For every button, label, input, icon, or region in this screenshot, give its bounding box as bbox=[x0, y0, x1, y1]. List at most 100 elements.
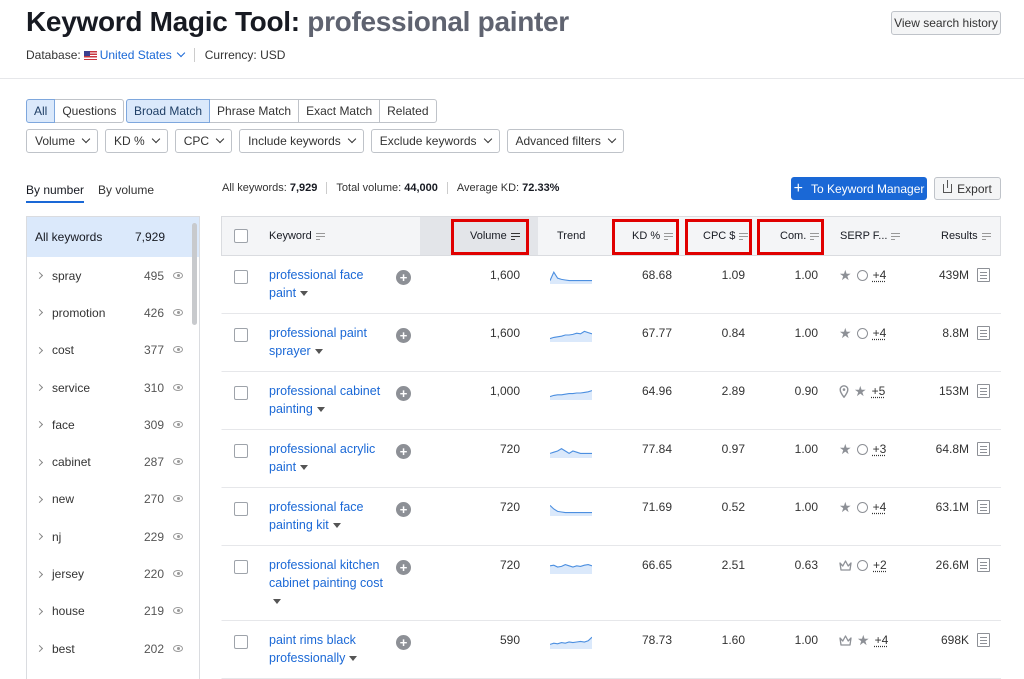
header-results[interactable]: Results bbox=[941, 217, 991, 255]
keyword-link[interactable]: professional kitchen cabinet painting cos… bbox=[269, 556, 394, 610]
sidebar-item-cabinet[interactable]: cabinet 287 bbox=[27, 443, 199, 480]
row-checkbox[interactable] bbox=[234, 560, 248, 574]
serp-more-link[interactable]: +5 bbox=[872, 384, 886, 398]
row-checkbox[interactable] bbox=[234, 386, 248, 400]
sidebar-item-spray[interactable]: spray 495 bbox=[27, 257, 199, 294]
sidebar-item-jersey[interactable]: jersey 220 bbox=[27, 555, 199, 592]
sidebar-item-new[interactable]: new 270 bbox=[27, 481, 199, 518]
eye-icon[interactable] bbox=[173, 383, 183, 391]
eye-icon[interactable] bbox=[173, 495, 183, 503]
keyword-dropdown-icon[interactable] bbox=[316, 407, 325, 413]
filter-advanced[interactable]: Advanced filters bbox=[506, 129, 624, 153]
eye-icon[interactable] bbox=[173, 532, 183, 540]
to-keyword-manager-button[interactable]: + To Keyword Manager bbox=[791, 177, 927, 200]
sidebar-item-best[interactable]: best 202 bbox=[27, 630, 199, 667]
table-body: professional face paint +1,600 68.68 1.09 1.0… bbox=[221, 256, 1001, 679]
tab-all[interactable]: All bbox=[26, 99, 56, 123]
database-selector[interactable]: United States bbox=[100, 48, 185, 62]
filter-kd[interactable]: KD % bbox=[105, 129, 168, 153]
select-all-cell bbox=[234, 217, 248, 255]
serp-more-link[interactable]: +4 bbox=[875, 633, 889, 647]
serp-document-icon[interactable] bbox=[977, 633, 990, 647]
results-value: 63.1M bbox=[935, 500, 969, 514]
eye-icon[interactable] bbox=[173, 271, 183, 279]
serp-more-link[interactable]: +3 bbox=[873, 442, 887, 456]
serp-document-icon[interactable] bbox=[977, 442, 990, 456]
filter-volume[interactable]: Volume bbox=[26, 129, 99, 153]
tab-by-number[interactable]: By number bbox=[26, 183, 85, 203]
sidebar-item-service[interactable]: service 310 bbox=[27, 369, 199, 406]
serp-more-link[interactable]: +2 bbox=[873, 558, 887, 572]
filter-include-keywords[interactable]: Include keywords bbox=[239, 129, 364, 153]
add-to-list-button[interactable]: + bbox=[396, 386, 411, 401]
sidebar-item-promotion[interactable]: promotion 426 bbox=[27, 294, 199, 331]
keyword-link[interactable]: paint rims black professionally bbox=[269, 631, 394, 667]
row-checkbox[interactable] bbox=[234, 444, 248, 458]
add-to-list-button[interactable]: + bbox=[396, 635, 411, 650]
serp-more-link[interactable]: +4 bbox=[873, 500, 887, 514]
tab-broad-match[interactable]: Broad Match bbox=[126, 99, 211, 123]
sidebar-item-label: All keywords bbox=[35, 230, 103, 244]
keyword-line-1: professional face bbox=[269, 500, 364, 514]
add-to-list-button[interactable]: + bbox=[396, 560, 411, 575]
tab-questions[interactable]: Questions bbox=[54, 99, 125, 123]
serp-document-icon[interactable] bbox=[977, 268, 990, 282]
keyword-link[interactable]: professional paint sprayer bbox=[269, 324, 394, 360]
row-checkbox[interactable] bbox=[234, 502, 248, 516]
row-checkbox[interactable] bbox=[234, 270, 248, 284]
keyword-link[interactable]: professional face painting kit bbox=[269, 498, 394, 534]
keyword-groups-sidebar: All keywords 7,929 spray 495 promotion 426 c… bbox=[26, 216, 200, 679]
tab-phrase-match[interactable]: Phrase Match bbox=[209, 99, 300, 123]
serp-document-icon[interactable] bbox=[977, 558, 990, 572]
add-to-list-button[interactable]: + bbox=[396, 270, 411, 285]
serp-document-icon[interactable] bbox=[977, 384, 990, 398]
tab-by-volume[interactable]: By volume bbox=[98, 183, 154, 203]
eye-icon[interactable] bbox=[173, 458, 183, 466]
add-to-list-button[interactable]: + bbox=[396, 502, 411, 517]
pin-icon bbox=[839, 384, 849, 398]
sidebar-scrollbar[interactable] bbox=[192, 223, 197, 325]
header-label: Results bbox=[941, 230, 978, 242]
sidebar-item-nj[interactable]: nj 229 bbox=[27, 518, 199, 555]
sidebar-item-label: house bbox=[52, 604, 85, 619]
keyword-dropdown-icon[interactable] bbox=[300, 465, 309, 471]
sidebar-item-all-keywords[interactable]: All keywords 7,929 bbox=[27, 217, 199, 257]
eye-icon[interactable] bbox=[173, 420, 183, 428]
sidebar-item-house[interactable]: house 219 bbox=[27, 593, 199, 630]
select-all-checkbox[interactable] bbox=[234, 229, 248, 243]
eye-icon[interactable] bbox=[173, 308, 183, 316]
keyword-dropdown-icon[interactable] bbox=[314, 349, 323, 355]
filter-cpc[interactable]: CPC bbox=[174, 129, 233, 153]
serp-more-link[interactable]: +4 bbox=[873, 326, 887, 340]
row-checkbox[interactable] bbox=[234, 635, 248, 649]
tab-exact-match[interactable]: Exact Match bbox=[298, 99, 381, 123]
keyword-link[interactable]: professional cabinet painting bbox=[269, 382, 394, 418]
eye-icon[interactable] bbox=[173, 346, 183, 354]
eye-icon[interactable] bbox=[173, 570, 183, 578]
view-search-history-button[interactable]: View search history bbox=[891, 11, 1001, 35]
table-row: professional acrylic paint +720 77.84 0.97 1.… bbox=[221, 430, 1001, 488]
keyword-dropdown-icon[interactable] bbox=[332, 523, 341, 529]
keyword-dropdown-icon[interactable] bbox=[300, 291, 309, 297]
export-button[interactable]: Export bbox=[934, 177, 1001, 200]
keyword-dropdown-icon[interactable] bbox=[349, 656, 358, 662]
highlight-com bbox=[757, 219, 824, 255]
row-checkbox[interactable] bbox=[234, 328, 248, 342]
serp-document-icon[interactable] bbox=[977, 500, 990, 514]
header-keyword[interactable]: Keyword bbox=[269, 217, 325, 255]
filter-exclude-keywords[interactable]: Exclude keywords bbox=[370, 129, 500, 153]
eye-icon[interactable] bbox=[173, 644, 183, 652]
eye-icon[interactable] bbox=[173, 607, 183, 615]
add-to-list-button[interactable]: + bbox=[396, 328, 411, 343]
keyword-link[interactable]: professional acrylic paint bbox=[269, 440, 394, 476]
trend-sparkline bbox=[550, 505, 592, 516]
add-to-list-button[interactable]: + bbox=[396, 444, 411, 459]
keyword-link[interactable]: professional face paint bbox=[269, 266, 394, 302]
sidebar-item-cost[interactable]: cost 377 bbox=[27, 332, 199, 369]
serp-document-icon[interactable] bbox=[977, 326, 990, 340]
keyword-dropdown-icon[interactable] bbox=[273, 599, 281, 605]
header-serp-features[interactable]: SERP F... bbox=[840, 217, 901, 255]
tab-related[interactable]: Related bbox=[379, 99, 437, 123]
sidebar-item-face[interactable]: face 309 bbox=[27, 406, 199, 443]
serp-more-link[interactable]: +4 bbox=[873, 268, 887, 282]
